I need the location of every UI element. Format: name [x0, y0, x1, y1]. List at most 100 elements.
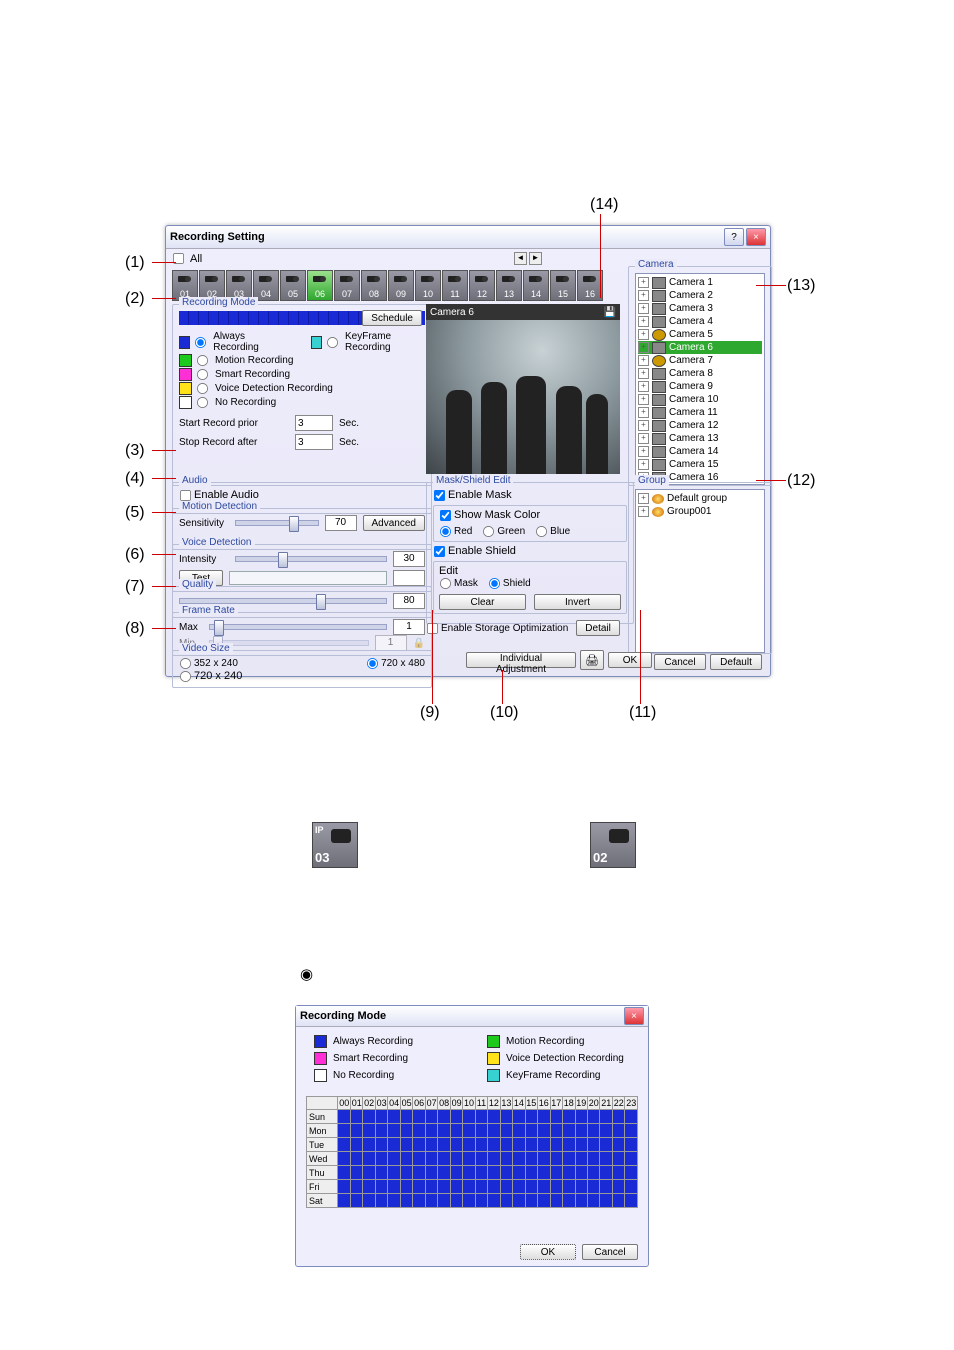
- color-red[interactable]: Red: [439, 525, 472, 538]
- tree-item[interactable]: +Camera 11: [638, 406, 762, 419]
- invert-button[interactable]: Invert: [534, 594, 621, 610]
- camera-tab-13[interactable]: 13: [496, 270, 522, 301]
- tree-item[interactable]: +Camera 13: [638, 432, 762, 445]
- sec-label: Sec.: [339, 418, 359, 429]
- tree-item[interactable]: +Camera 2: [638, 289, 762, 302]
- individual-adjustment-button[interactable]: Individual Adjustment: [466, 652, 576, 668]
- lock-icon: 🔒: [413, 638, 425, 649]
- storage-optimization-row: Enable Storage Optimization Detail: [426, 620, 620, 636]
- schedule-table[interactable]: 0001020304050607080910111213141516171819…: [306, 1096, 638, 1208]
- edit-mask-radio[interactable]: Mask: [439, 577, 478, 590]
- intensity-slider[interactable]: [235, 556, 387, 562]
- after-input[interactable]: [295, 434, 333, 450]
- test-meter: [229, 571, 387, 585]
- edit-shield-radio[interactable]: Shield: [488, 577, 531, 590]
- recording-mode-dialog: Recording Mode × Always RecordingMotion …: [295, 1005, 649, 1267]
- close-button[interactable]: ×: [746, 228, 766, 246]
- callout-9: (9): [420, 704, 440, 722]
- sensitivity-slider[interactable]: [235, 520, 319, 526]
- clear-button[interactable]: Clear: [439, 594, 526, 610]
- sec-label: Sec.: [339, 437, 359, 448]
- callout-1: (1): [125, 254, 145, 272]
- after-label: Stop Record after: [179, 437, 289, 448]
- enable-mask-checkbox[interactable]: Enable Mask: [433, 489, 512, 501]
- save-icon[interactable]: 💾: [604, 307, 616, 318]
- tree-item[interactable]: +Camera 10: [638, 393, 762, 406]
- tree-item[interactable]: +Camera 7: [638, 354, 762, 367]
- tree-item[interactable]: +Camera 8: [638, 367, 762, 380]
- mask-shield-group: Mask/Shield Edit Enable Mask Show Mask C…: [426, 482, 634, 624]
- callout-5: (5): [125, 504, 145, 522]
- callout-3: (3): [125, 442, 145, 460]
- camera-tab-09[interactable]: 09: [388, 270, 414, 301]
- camera-tab-14[interactable]: 14: [523, 270, 549, 301]
- max-slider[interactable]: [209, 624, 387, 630]
- tree-item[interactable]: +Camera 9: [638, 380, 762, 393]
- camera-tab-06[interactable]: 06: [307, 270, 333, 301]
- callout-7: (7): [125, 578, 145, 596]
- vsize-720x240[interactable]: 720 x 240: [179, 670, 242, 682]
- help-button[interactable]: ?: [724, 228, 744, 246]
- nav-left-button[interactable]: ◄: [514, 252, 527, 265]
- prior-input[interactable]: [295, 415, 333, 431]
- tree-item[interactable]: +Camera 4: [638, 315, 762, 328]
- enable-storage-checkbox[interactable]: Enable Storage Optimization: [426, 622, 568, 635]
- all-checkbox[interactable]: All: [172, 252, 202, 265]
- show-mask-checkbox[interactable]: Show Mask: [439, 509, 511, 521]
- tree-item[interactable]: +Camera 6: [638, 341, 762, 354]
- quality-slider[interactable]: [179, 598, 387, 604]
- camera-tab-10[interactable]: 10: [415, 270, 441, 301]
- sensitivity-value: 70: [325, 515, 357, 531]
- vsize-720x480[interactable]: 720 x 480: [366, 657, 425, 670]
- tree-item[interactable]: +Camera 5: [638, 328, 762, 341]
- enable-audio-checkbox[interactable]: Enable Audio: [179, 489, 259, 501]
- min-slider: [209, 640, 369, 646]
- callout-8: (8): [125, 620, 145, 638]
- max-value: 1: [393, 619, 425, 635]
- schedule-bar[interactable]: Schedule: [179, 311, 425, 325]
- tree-item[interactable]: +Camera 14: [638, 445, 762, 458]
- camera-tab-05[interactable]: 05: [280, 270, 306, 301]
- camera-tab-07[interactable]: 07: [334, 270, 360, 301]
- tree-item[interactable]: +Camera 15: [638, 458, 762, 471]
- preview-title: Camera 6: [430, 307, 474, 318]
- vsize-352x240[interactable]: 352 x 240: [179, 657, 238, 670]
- camera-tree[interactable]: +Camera 1+Camera 2+Camera 3+Camera 4+Cam…: [635, 273, 765, 485]
- edit-subgroup: Edit Mask Shield Clear Invert: [433, 561, 627, 614]
- default-button[interactable]: Default: [710, 654, 762, 670]
- camera-tab-12[interactable]: 12: [469, 270, 495, 301]
- tree-item[interactable]: +Camera 3: [638, 302, 762, 315]
- group-item[interactable]: +Group001: [638, 505, 762, 518]
- cancel-button[interactable]: Cancel: [654, 654, 706, 670]
- dialog2-title: Recording Mode: [300, 1010, 386, 1022]
- color-subgroup: Show Mask Color Red Green Blue: [433, 505, 627, 542]
- group-tree[interactable]: +Default group+Group001: [635, 489, 765, 653]
- tree-item[interactable]: +Camera 12: [638, 419, 762, 432]
- camera-tab-15[interactable]: 15: [550, 270, 576, 301]
- dialog2-cancel-button[interactable]: Cancel: [582, 1244, 638, 1260]
- video-size-group: Video Size 352 x 240 720 x 480 720 x 240: [172, 650, 432, 688]
- callout-2: (2): [125, 290, 145, 308]
- advanced-button[interactable]: Advanced: [363, 515, 425, 531]
- dialog2-close-button[interactable]: ×: [624, 1007, 644, 1025]
- print-icon[interactable]: 🖨: [580, 650, 604, 670]
- callout-4: (4): [125, 470, 145, 488]
- callout-12: (12): [787, 472, 815, 490]
- color-green[interactable]: Green: [482, 525, 525, 538]
- camera-tab-08[interactable]: 08: [361, 270, 387, 301]
- nav-right-button[interactable]: ►: [529, 252, 542, 265]
- color-blue[interactable]: Blue: [535, 525, 570, 538]
- schedule-button[interactable]: Schedule: [362, 310, 422, 326]
- ip-camera-icon: IP 03: [312, 822, 358, 868]
- ok-button[interactable]: OK: [608, 652, 652, 668]
- recording-setting-dialog: Recording Setting ? × All ◄ ► 0102030405…: [165, 225, 771, 677]
- callout-13: (13): [787, 277, 815, 295]
- group-item[interactable]: +Default group: [638, 492, 762, 505]
- tab-nav: ◄ ►: [514, 252, 542, 265]
- titlebar: Recording Setting ? ×: [166, 226, 770, 249]
- tree-item[interactable]: +Camera 1: [638, 276, 762, 289]
- dialog2-ok-button[interactable]: OK: [520, 1244, 576, 1260]
- detail-button[interactable]: Detail: [576, 620, 620, 636]
- camera-tab-11[interactable]: 11: [442, 270, 468, 301]
- enable-shield-checkbox[interactable]: Enable Shield: [433, 545, 516, 557]
